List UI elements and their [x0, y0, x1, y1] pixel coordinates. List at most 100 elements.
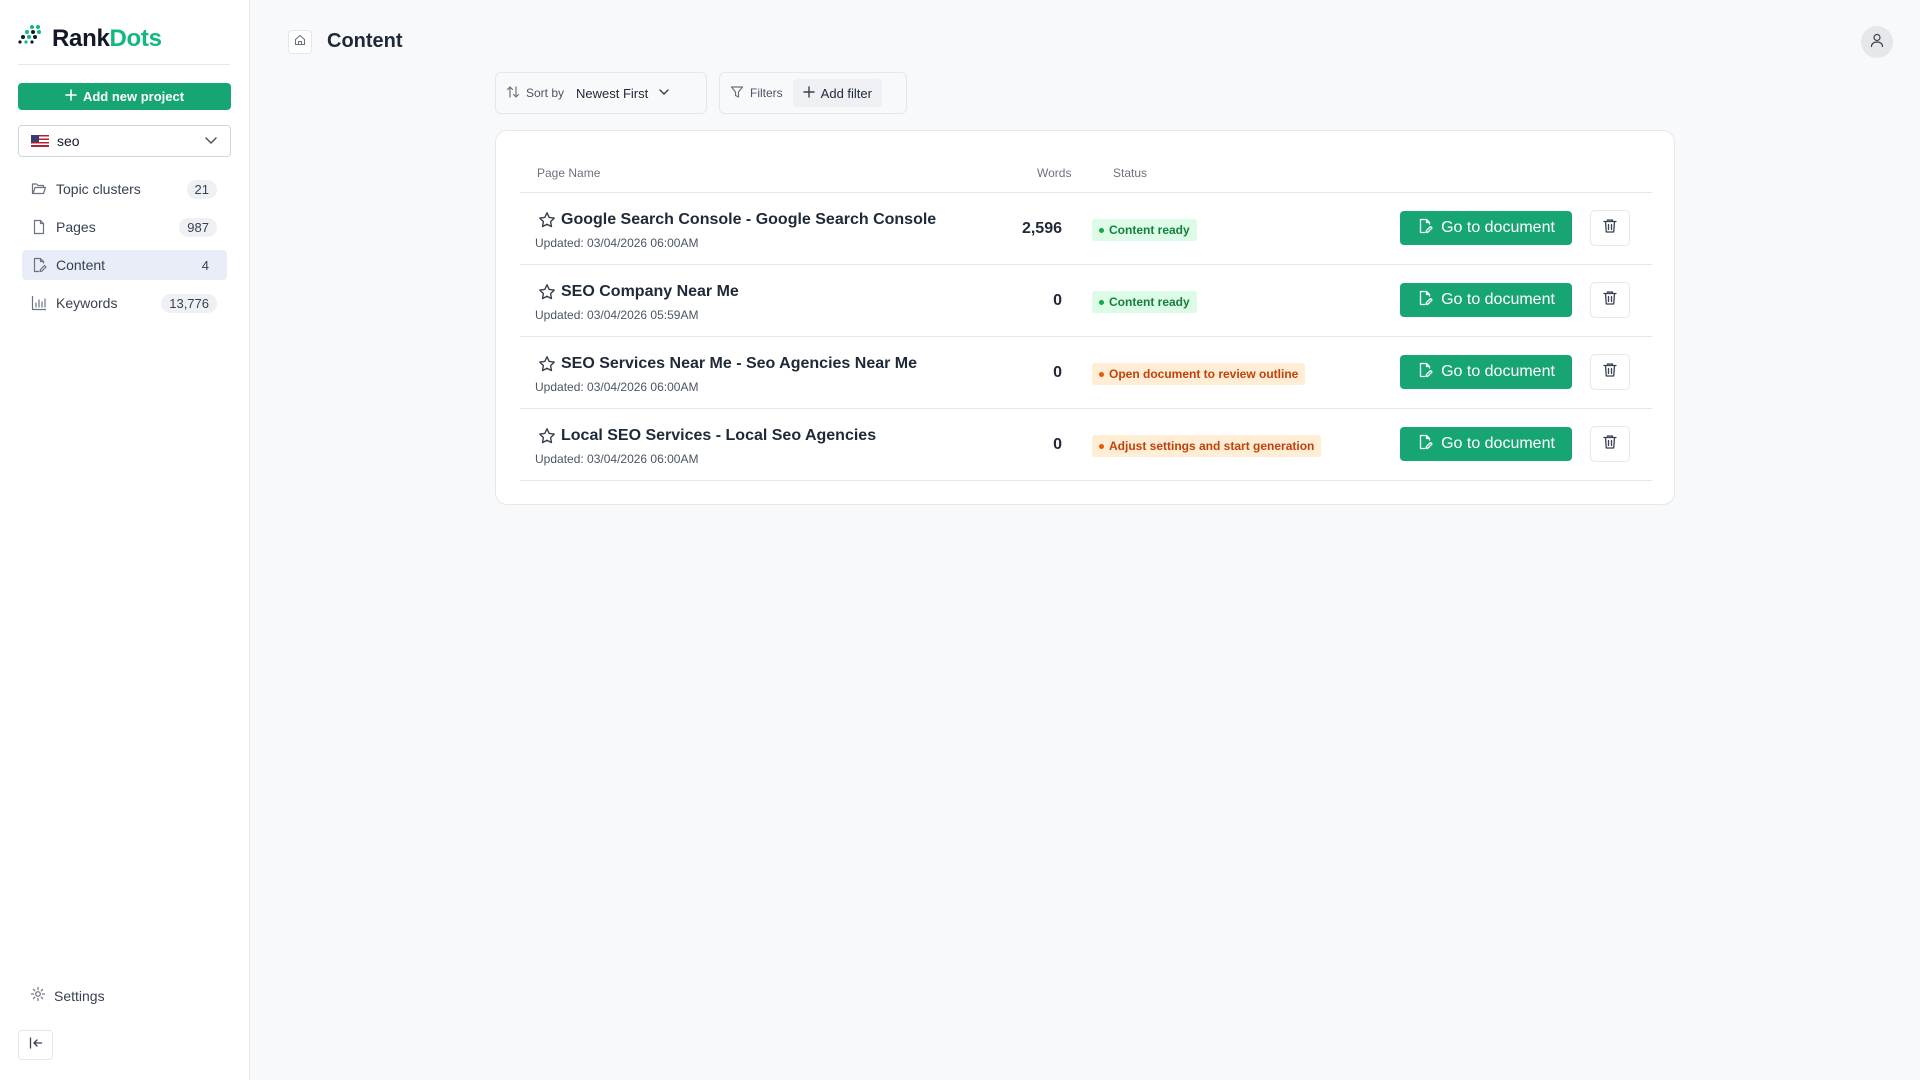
go-to-document-button[interactable]: Go to document: [1400, 283, 1572, 317]
trash-icon: [1602, 362, 1618, 383]
trash-icon: [1602, 290, 1618, 311]
updated-date: Updated: 03/04/2026 06:00AM: [535, 236, 699, 250]
bar-chart-icon: [30, 294, 48, 312]
status-text: Content ready: [1109, 295, 1190, 309]
word-count: 0: [1053, 292, 1062, 309]
delete-button[interactable]: [1590, 282, 1630, 318]
user-icon: [1869, 32, 1885, 53]
file-edit-icon: [1417, 290, 1433, 311]
go-to-document-label: Go to document: [1441, 291, 1555, 308]
file-edit-icon: [30, 256, 48, 274]
folder-icon: [30, 180, 48, 198]
count-badge: 13,776: [161, 293, 217, 313]
go-to-document-button[interactable]: Go to document: [1400, 211, 1572, 245]
sidebar-item-label: Pages: [56, 219, 96, 235]
delete-button[interactable]: [1590, 354, 1630, 390]
user-avatar[interactable]: [1861, 26, 1893, 58]
column-header-words: Words: [1037, 166, 1072, 180]
word-count: 2,596: [1021, 220, 1062, 237]
sort-icon: [506, 85, 520, 102]
count-badge: 987: [179, 217, 217, 237]
page-name[interactable]: Local SEO Services - Local Seo Agencies: [561, 427, 876, 445]
status-text: Adjust settings and start generation: [1109, 439, 1315, 453]
table-row: Local SEO Services - Local Seo Agencies …: [520, 409, 1652, 481]
column-header-status: Status: [1113, 166, 1148, 180]
go-to-document-label: Go to document: [1441, 219, 1555, 236]
file-edit-icon: [1417, 362, 1433, 383]
status-text: Open document to review outline: [1109, 367, 1299, 381]
status-text: Content ready: [1109, 223, 1190, 237]
sidebar-item-label: Topic clusters: [56, 181, 141, 197]
sort-label: Sort by: [526, 86, 565, 100]
file-edit-icon: [1417, 434, 1433, 455]
updated-date: Updated: 03/04/2026 06:00AM: [535, 380, 699, 394]
sidebar-item-keywords[interactable]: Keywords 13,776: [22, 288, 227, 318]
status-badge: Content ready: [1092, 219, 1197, 241]
sidebar-item-content[interactable]: Content 4: [22, 250, 227, 280]
add-project-label: Add new project: [82, 89, 185, 104]
us-flag-icon: [31, 135, 49, 147]
status-dot: [1099, 227, 1104, 233]
chevron-down-icon: [658, 86, 670, 101]
delete-button[interactable]: [1590, 426, 1630, 462]
add-project-button[interactable]: Add new project: [18, 83, 231, 110]
table-header: Page Name Words Status: [520, 159, 1652, 193]
content-table: Page Name Words Status Google Search Con…: [495, 130, 1675, 505]
status-dot: [1099, 443, 1104, 449]
logo-dots-icon: [18, 24, 44, 53]
delete-button[interactable]: [1590, 210, 1630, 246]
sidebar-nav: Topic clusters 21 Pages 987 Content 4 Ke…: [22, 174, 227, 326]
star-icon[interactable]: [538, 355, 556, 378]
collapse-icon: [29, 1036, 43, 1055]
home-button[interactable]: [288, 30, 312, 54]
go-to-document-button[interactable]: Go to document: [1400, 427, 1572, 461]
table-row: Google Search Console - Google Search Co…: [520, 193, 1652, 265]
sort-control: Sort by Newest First: [495, 72, 707, 114]
gear-icon: [30, 986, 46, 1005]
status-badge: Open document to review outline: [1092, 363, 1306, 385]
star-icon[interactable]: [538, 211, 556, 234]
table-row: SEO Company Near Me Updated: 03/04/2026 …: [520, 265, 1652, 337]
settings-label: Settings: [54, 987, 105, 1004]
project-select[interactable]: seo: [18, 125, 231, 157]
logo[interactable]: RankDots: [18, 24, 162, 53]
status-dot: [1099, 299, 1104, 305]
divider: [18, 64, 230, 65]
column-header-page-name: Page Name: [537, 166, 601, 180]
sidebar: RankDots Add new project seo Topic clust…: [0, 0, 250, 1080]
logo-text-rank: Rank: [52, 24, 110, 52]
sort-dropdown[interactable]: Newest First: [576, 86, 670, 101]
status-dot: [1099, 371, 1104, 377]
sidebar-item-label: Content: [56, 257, 106, 273]
word-count: 0: [1053, 364, 1062, 381]
file-icon: [30, 218, 48, 236]
trash-icon: [1602, 218, 1618, 239]
trash-icon: [1602, 434, 1618, 455]
page-title: Content: [327, 30, 403, 52]
collapse-sidebar-button[interactable]: [18, 1030, 53, 1060]
sidebar-item-topic-clusters[interactable]: Topic clusters 21: [22, 174, 227, 204]
chevron-down-icon: [204, 133, 218, 150]
add-filter-button[interactable]: Add filter: [792, 79, 882, 107]
table-row: SEO Services Near Me - Seo Agencies Near…: [520, 337, 1652, 409]
page-name[interactable]: Google Search Console - Google Search Co…: [561, 211, 936, 229]
status-badge: Adjust settings and start generation: [1092, 435, 1322, 457]
logo-text-dots: Dots: [109, 24, 162, 52]
page-name[interactable]: SEO Company Near Me: [561, 283, 739, 301]
go-to-document-label: Go to document: [1441, 435, 1555, 452]
go-to-document-button[interactable]: Go to document: [1400, 355, 1572, 389]
plus-icon: [65, 89, 77, 104]
settings-link[interactable]: Settings: [30, 986, 105, 1005]
filter-icon: [730, 85, 744, 102]
count-badge: 4: [201, 257, 209, 273]
page-name[interactable]: SEO Services Near Me - Seo Agencies Near…: [561, 355, 917, 373]
updated-date: Updated: 03/04/2026 05:59AM: [535, 308, 699, 322]
star-icon[interactable]: [538, 427, 556, 450]
star-icon[interactable]: [538, 283, 556, 306]
status-badge: Content ready: [1092, 291, 1197, 313]
sort-value: Newest First: [576, 85, 649, 101]
filter-control: Filters Add filter: [719, 72, 907, 114]
project-name: seo: [57, 133, 80, 149]
sidebar-item-pages[interactable]: Pages 987: [22, 212, 227, 242]
go-to-document-label: Go to document: [1441, 363, 1555, 380]
